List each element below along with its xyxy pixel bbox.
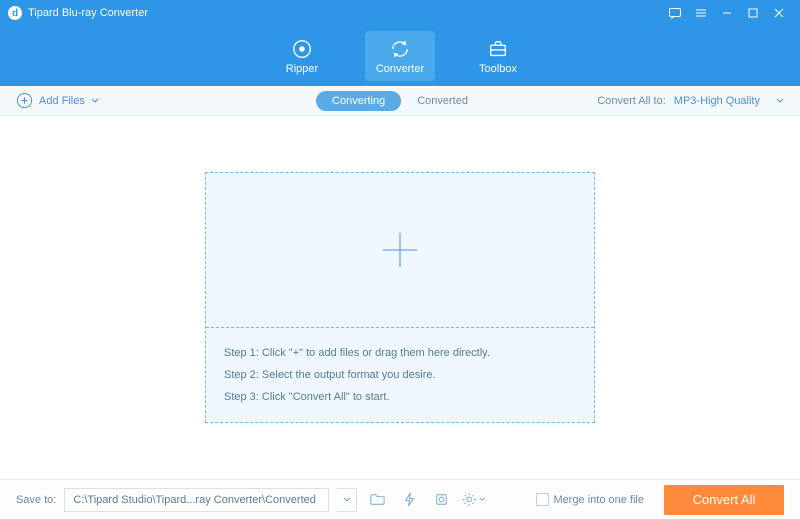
nav-label: Converter xyxy=(376,63,424,75)
instructions: Step 1: Click "+" to add files or drag t… xyxy=(206,328,594,422)
hardware-button[interactable] xyxy=(429,488,453,512)
disc-icon xyxy=(291,38,313,60)
convert-all-to: Convert All to: MP3-High Quality xyxy=(597,95,784,107)
maximize-button[interactable] xyxy=(740,0,766,26)
step-text: Step 1: Click "+" to add files or drag t… xyxy=(224,342,576,364)
dropzone-add-area[interactable] xyxy=(206,173,594,328)
feedback-icon[interactable] xyxy=(662,0,688,26)
nav-ripper[interactable]: Ripper xyxy=(267,31,337,81)
add-files-label: Add Files xyxy=(39,95,85,107)
format-value: MP3-High Quality xyxy=(674,95,760,107)
minimize-button[interactable] xyxy=(714,0,740,26)
main-area: Step 1: Click "+" to add files or drag t… xyxy=(0,116,800,479)
convert-icon xyxy=(389,38,411,60)
main-nav: Ripper Converter Toolbox xyxy=(0,26,800,86)
merge-label: Merge into one file xyxy=(554,494,645,506)
save-to-label: Save to: xyxy=(16,494,56,506)
convert-all-to-label: Convert All to: xyxy=(597,95,665,107)
options-bar: Add Files Converting Converted Convert A… xyxy=(0,86,800,116)
nav-converter[interactable]: Converter xyxy=(365,31,435,81)
output-format-selector[interactable]: MP3-High Quality xyxy=(674,95,784,107)
checkbox-icon xyxy=(536,493,549,506)
footer-bar: Save to: C:\Tipard Studio\Tipard...ray C… xyxy=(0,479,800,519)
close-button[interactable] xyxy=(766,0,792,26)
add-files-button[interactable]: Add Files xyxy=(16,92,99,109)
merge-checkbox[interactable]: Merge into one file xyxy=(536,493,645,506)
folder-icon xyxy=(369,491,386,508)
step-text: Step 2: Select the output format you des… xyxy=(224,364,576,386)
save-path-field[interactable]: C:\Tipard Studio\Tipard...ray Converter\… xyxy=(64,488,329,512)
chevron-down-icon xyxy=(776,97,784,105)
chip-icon xyxy=(433,491,450,508)
convert-all-button[interactable]: Convert All xyxy=(664,485,784,515)
app-logo: d xyxy=(8,6,22,20)
toolbox-icon xyxy=(487,38,509,60)
open-folder-button[interactable] xyxy=(365,488,389,512)
tab-converting[interactable]: Converting xyxy=(316,91,401,111)
app-title: Tipard Blu-ray Converter xyxy=(28,7,662,19)
save-path-dropdown[interactable] xyxy=(337,488,357,512)
tab-converted[interactable]: Converted xyxy=(401,91,484,111)
step-text: Step 3: Click "Convert All" to start. xyxy=(224,386,576,408)
gear-icon xyxy=(461,491,477,508)
lightning-icon xyxy=(401,491,418,508)
nav-toolbox[interactable]: Toolbox xyxy=(463,31,533,81)
chevron-down-icon xyxy=(91,97,99,105)
titlebar: d Tipard Blu-ray Converter xyxy=(0,0,800,26)
settings-button[interactable] xyxy=(461,488,485,512)
gpu-accel-button[interactable] xyxy=(397,488,421,512)
nav-label: Ripper xyxy=(286,63,318,75)
plus-icon xyxy=(377,227,423,273)
nav-label: Toolbox xyxy=(479,63,517,75)
plus-circle-icon xyxy=(16,92,33,109)
status-tabs: Converting Converted xyxy=(316,91,484,111)
menu-icon[interactable] xyxy=(688,0,714,26)
dropzone: Step 1: Click "+" to add files or drag t… xyxy=(205,172,595,423)
